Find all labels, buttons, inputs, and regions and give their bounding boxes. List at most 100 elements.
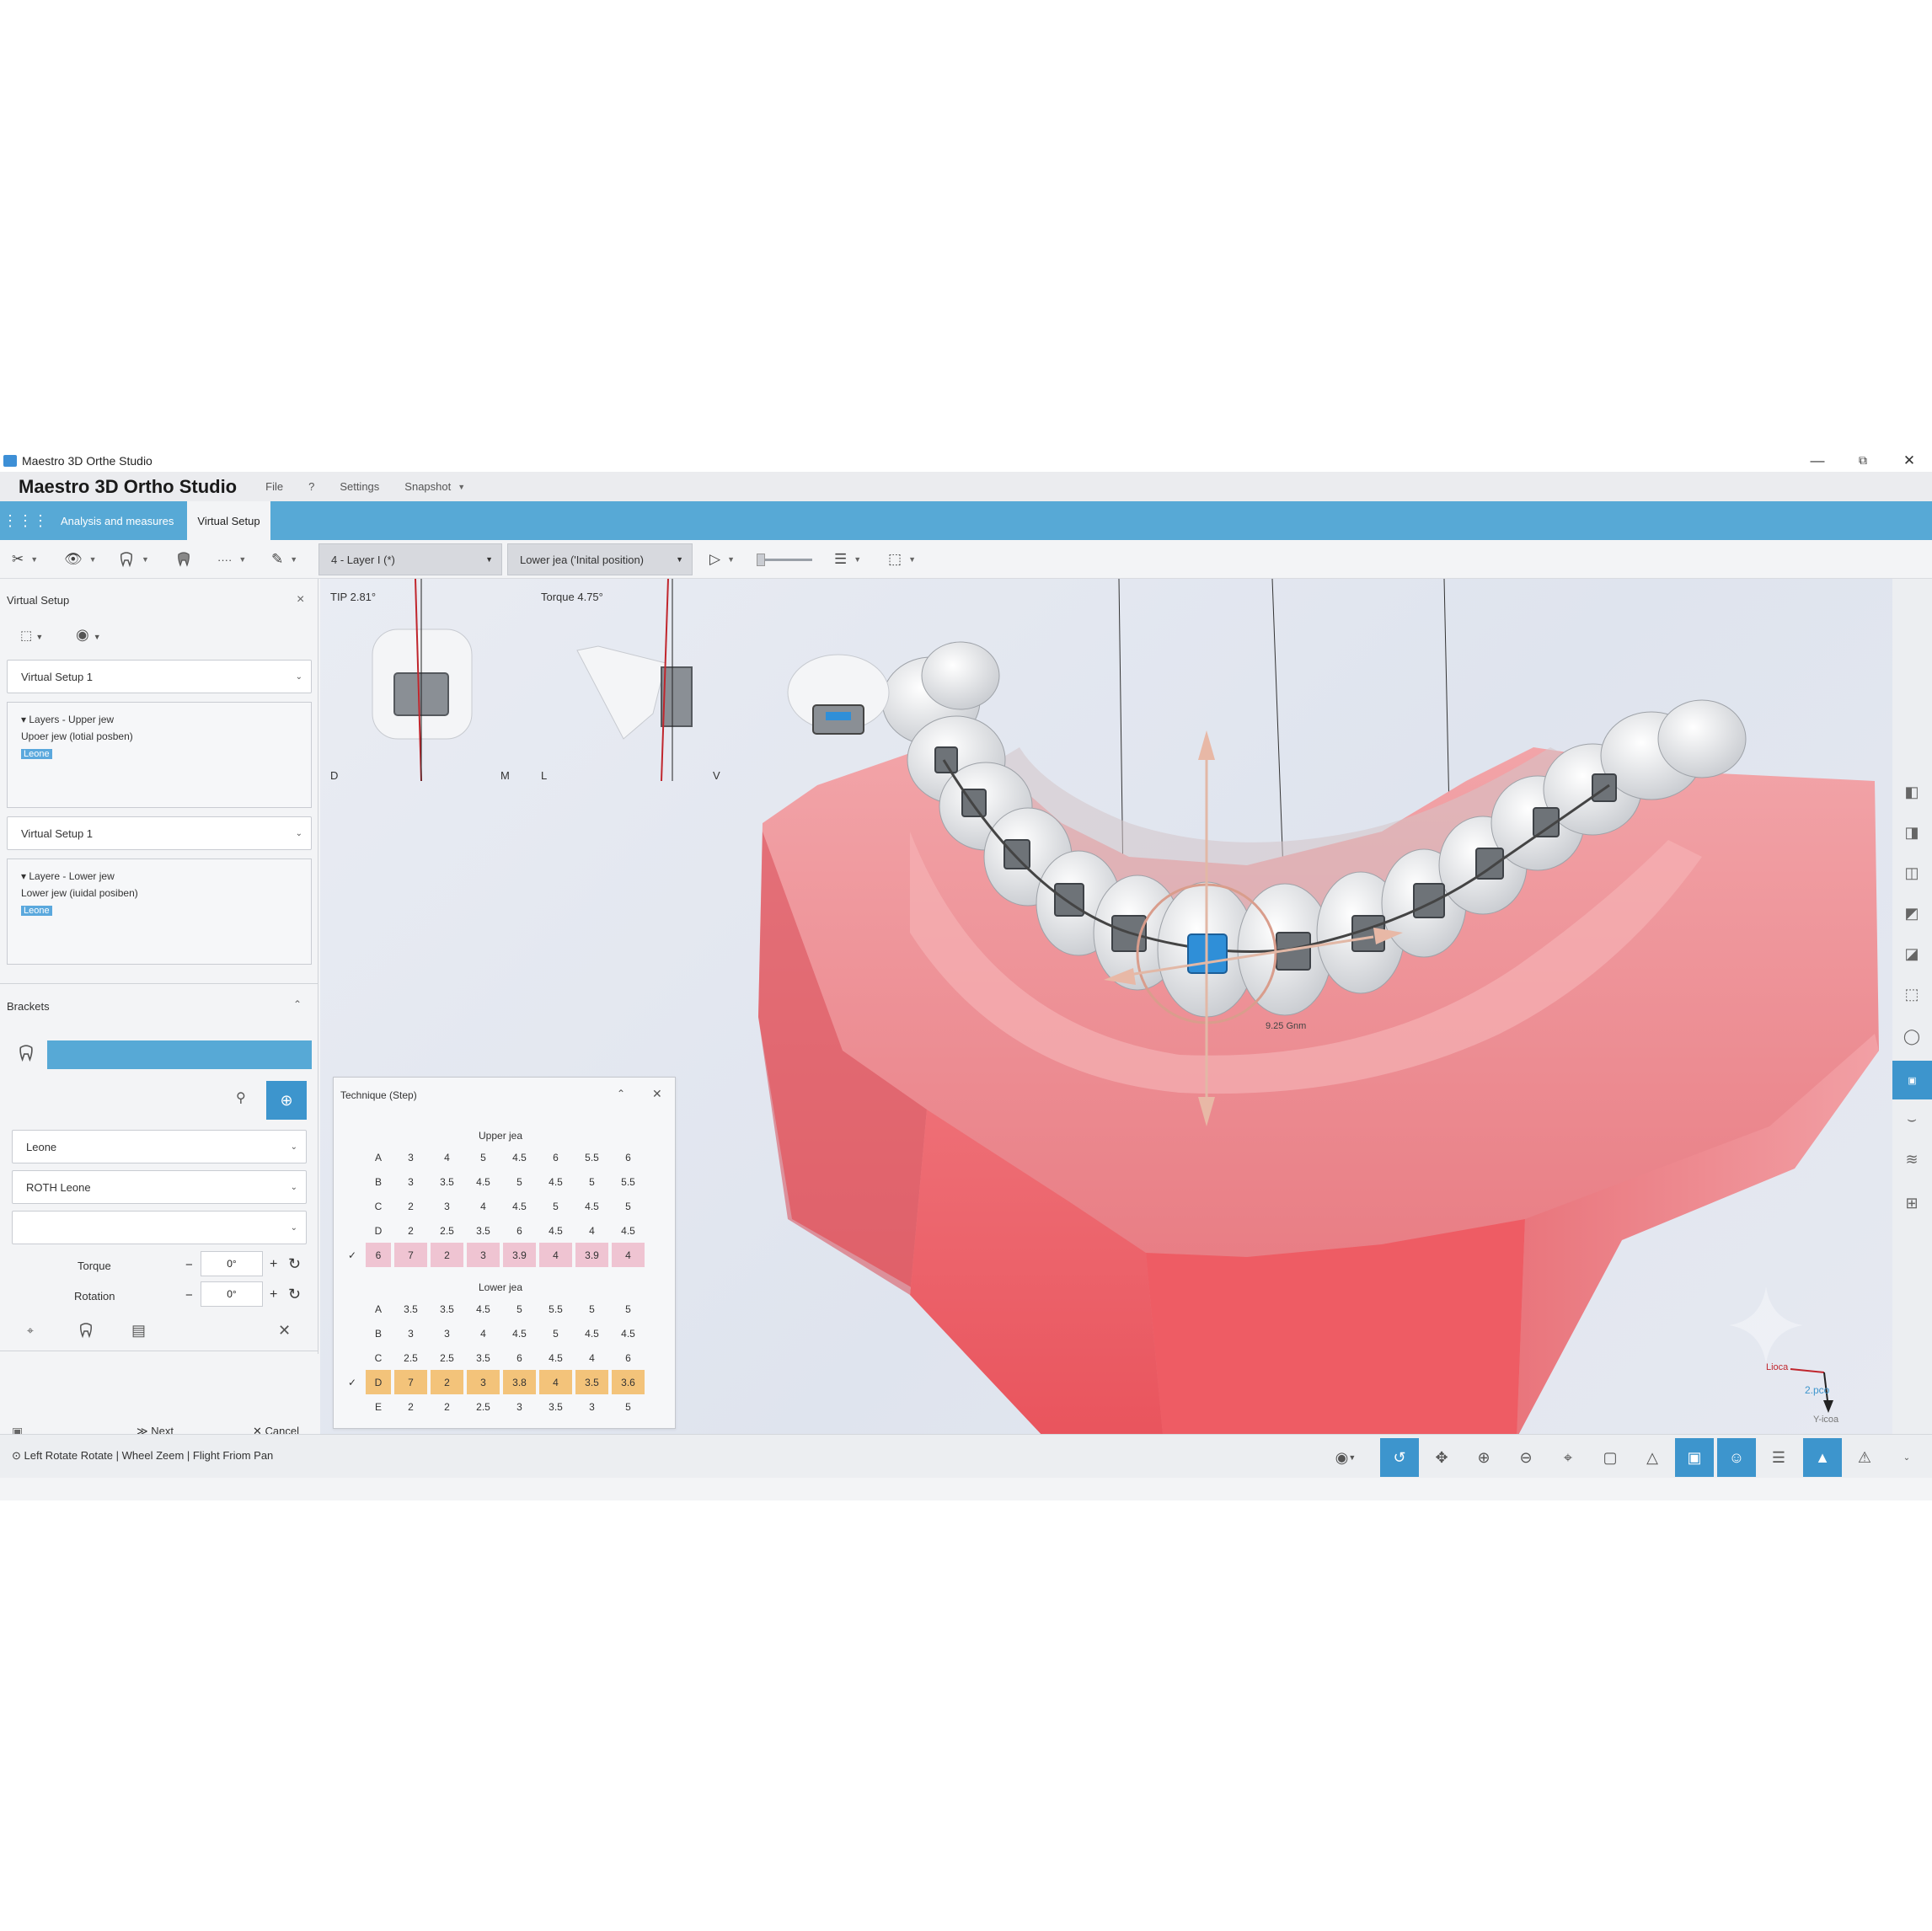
view-cube-top-icon[interactable]: ◪ [1899, 941, 1924, 966]
play-icon[interactable]: ▷ ▼ [709, 549, 735, 570]
menu-settings[interactable]: Settings [340, 480, 379, 493]
view-cube-left-icon[interactable]: ◫ [1899, 860, 1924, 885]
close-window-button[interactable]: ✕ [1887, 449, 1932, 472]
tab-virtual-setup[interactable]: Virtual Setup [187, 501, 270, 540]
person-view-icon[interactable]: ☺ [1717, 1438, 1756, 1477]
pan-mode-icon[interactable]: ✥ [1422, 1438, 1461, 1477]
up-arrow-icon[interactable] [1198, 730, 1215, 760]
visibility-icon[interactable]: ◉ ▼ [76, 626, 101, 644]
eye-tool-icon[interactable]: 👁 ▼ [64, 549, 97, 570]
export-icon[interactable]: ⬚ ▼ [888, 549, 916, 570]
cell: 3.5 [404, 1302, 418, 1315]
rotate-mode-icon[interactable]: ↺ [1380, 1438, 1419, 1477]
minimize-button[interactable]: — [1795, 449, 1840, 472]
collapse-chevron-icon[interactable]: ⌃ [617, 1088, 625, 1099]
grid-icon[interactable]: ⋮⋮⋮ [0, 512, 51, 530]
position-select[interactable]: Lower jea ('Inital position) ▼ [507, 543, 693, 575]
layers-panel-icon[interactable]: ☰ ▼ [834, 549, 861, 570]
table-row-selected[interactable]: ✓ 6 7 2 3 3.9 4 3.9 4 [342, 1243, 645, 1267]
setup-select-lower[interactable]: Virtual Setup 1 ⌄ [7, 816, 312, 850]
table-row[interactable]: C 2.5 2.5 3.5 6 4.5 4 6 [342, 1345, 645, 1370]
view-mode-active-icon[interactable]: ▣ [1892, 1061, 1932, 1099]
collapse-chevron-icon[interactable]: ⌃ [293, 998, 302, 1010]
rotation-increment-button[interactable]: + [270, 1287, 277, 1302]
table-row[interactable]: C 2 3 4 4.5 5 4.5 5 [342, 1194, 645, 1218]
tab-analysis[interactable]: Analysis and measures [51, 501, 184, 540]
cell: 2 [408, 1224, 414, 1237]
close-icon[interactable]: ✕ [652, 1087, 662, 1101]
setup-select-upper[interactable]: Virtual Setup 1 ⌄ [7, 660, 312, 693]
layer-select[interactable]: 4 - Layer I (*) ▼ [318, 543, 502, 575]
angle-tool-icon[interactable]: ▲ [1803, 1438, 1842, 1477]
slider-handle[interactable] [757, 554, 765, 566]
lower-layers-heading[interactable]: ▾ Layere - Lower jew [21, 868, 311, 885]
list-view-icon[interactable]: ☰ [1759, 1438, 1798, 1477]
lower-jaw-title: Lower jea [479, 1281, 523, 1293]
visibility-toggle-icon[interactable]: ◉ ▼ [1326, 1438, 1365, 1477]
pin-icon[interactable]: ⚲ [236, 1089, 246, 1106]
table-row[interactable]: E 2 2 2.5 3 3.5 3 5 [342, 1394, 645, 1419]
prescription-select[interactable]: ROTH Leone ⌄ [12, 1170, 307, 1204]
restore-button[interactable]: ⧉ [1840, 449, 1886, 472]
pen-tool-icon[interactable]: ✎ ▼ [271, 549, 297, 570]
bracket-search-input[interactable] [47, 1040, 312, 1069]
animation-slider[interactable] [757, 554, 812, 566]
cell: 4.5 [621, 1327, 635, 1340]
view-cube-back-icon[interactable]: ◨ [1899, 820, 1924, 845]
zoom-out-icon[interactable]: ⊖ [1507, 1438, 1545, 1477]
table-row[interactable]: A 3 4 5 4.5 6 5.5 6 [342, 1145, 645, 1169]
rotate-view-icon[interactable]: ◯ [1899, 1024, 1924, 1049]
view-cube-bottom-icon[interactable]: ⬚ [1899, 982, 1924, 1007]
grid-view-icon[interactable]: ⊞ [1899, 1190, 1924, 1216]
measure-icon[interactable]: △ [1633, 1438, 1672, 1477]
rotation-input[interactable]: 0° [201, 1281, 263, 1307]
cut-tool-icon[interactable]: ✂ ▼ [12, 549, 38, 570]
upper-layer-tag[interactable]: Leone [21, 749, 52, 759]
view-cube-right-icon[interactable]: ◩ [1899, 901, 1924, 926]
menu-snapshot[interactable]: Snapshot [404, 480, 451, 493]
torque-increment-button[interactable]: + [270, 1257, 277, 1272]
delete-icon[interactable]: ✕ [278, 1322, 291, 1340]
bracket-small-icon[interactable]: ⌖ [27, 1324, 34, 1338]
lower-layer-item[interactable]: Lower jew (iuidal posiben) [21, 885, 311, 901]
table-row[interactable]: B 3 3.5 4.5 5 4.5 5 5.5 [342, 1169, 645, 1194]
table-icon[interactable]: ▤ [131, 1322, 146, 1340]
table-row[interactable]: A 3.5 3.5 4.5 5 5.5 5 5 [342, 1297, 645, 1321]
tooth-bracket-icon[interactable] [17, 1044, 35, 1067]
upper-layer-item[interactable]: Upoer jew (lotial posben) [21, 728, 311, 745]
tooth-icon[interactable] [78, 1322, 94, 1343]
zoom-in-icon[interactable]: ⊕ [1464, 1438, 1503, 1477]
table-row[interactable]: B 3 3 4 4.5 5 4.5 4.5 [342, 1321, 645, 1345]
bracket-tool-icon[interactable] [175, 549, 192, 570]
table-row-selected[interactable]: ✓ D 7 2 3 3.8 4 3.5 3.6 [342, 1370, 645, 1394]
snapshot-chevron-icon[interactable]: ▼ [458, 483, 465, 491]
rotation-decrement-button[interactable]: − [185, 1288, 193, 1302]
both-arches-icon[interactable]: ≋ [1899, 1147, 1924, 1172]
bracket-brand-select[interactable]: Leone ⌄ [12, 1130, 307, 1163]
torque-input[interactable]: 0° [201, 1251, 263, 1276]
lower-arch-icon[interactable]: ⌣ [1899, 1106, 1924, 1131]
torque-decrement-button[interactable]: − [185, 1258, 193, 1272]
warning-icon[interactable]: ⚠ [1845, 1438, 1884, 1477]
more-chevron-icon[interactable]: ⌄ [1887, 1438, 1926, 1477]
dots-tool-icon[interactable]: ···· ▼ [217, 549, 246, 570]
center-view-icon[interactable]: ⌖ [1549, 1438, 1587, 1477]
tooth-tool-icon[interactable]: ▼ [118, 549, 149, 570]
menu-file[interactable]: File [265, 480, 283, 493]
rotation-reset-icon[interactable]: ↻ [288, 1286, 301, 1303]
empty-select[interactable]: ⌄ [12, 1211, 307, 1244]
menu-help[interactable]: ? [308, 480, 314, 493]
overlay-toggle-icon[interactable]: ▣ [1675, 1438, 1714, 1477]
upper-layers-heading[interactable]: ▾ Layers - Upper jew [21, 711, 311, 728]
view-cube-front-icon[interactable]: ◧ [1899, 779, 1924, 805]
row-label: A [374, 1151, 382, 1163]
fit-view-icon[interactable]: ▢ [1591, 1438, 1630, 1477]
place-bracket-button[interactable]: ⊕ [266, 1081, 307, 1120]
table-row[interactable]: D 2 2.5 3.5 6 4.5 4 4.5 [342, 1218, 645, 1243]
torque-reset-icon[interactable]: ↻ [288, 1255, 301, 1273]
cell: 4.5 [585, 1327, 599, 1340]
save-icon[interactable]: ⬚ ▼ [20, 628, 43, 643]
setup-select-upper-value: Virtual Setup 1 [21, 670, 94, 683]
lower-layer-tag[interactable]: Leone [21, 906, 52, 916]
panel-close-button[interactable]: × [297, 592, 304, 607]
